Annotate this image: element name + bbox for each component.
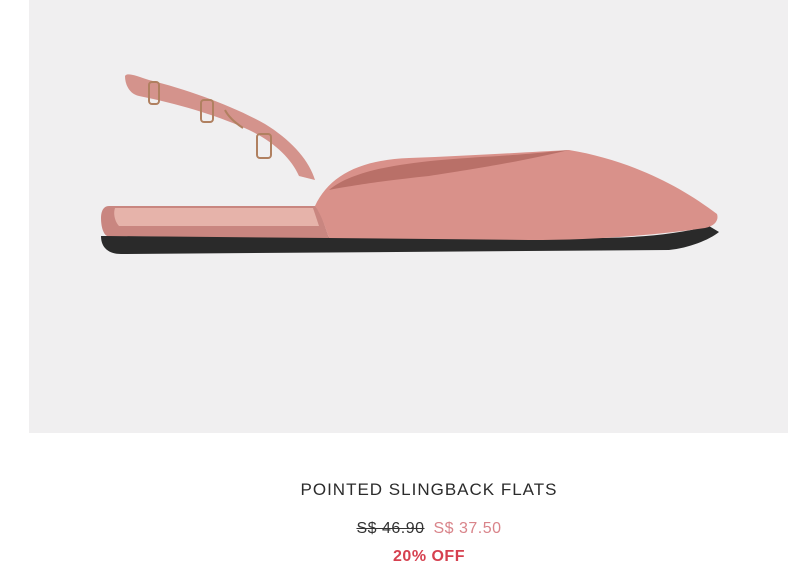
product-name[interactable]: POINTED SLINGBACK FLATS	[0, 480, 812, 500]
sale-price: S$ 37.50	[433, 520, 502, 537]
slingback-strap	[125, 74, 315, 180]
original-price: S$ 46.90	[356, 520, 425, 537]
shoe-icon	[101, 74, 719, 254]
shoe-upper	[315, 150, 718, 240]
shoe-footbed	[114, 208, 319, 226]
price-row: S$ 46.90 S$ 37.50	[0, 520, 812, 538]
discount-badge: 20% OFF	[393, 548, 465, 565]
product-card: POINTED SLINGBACK FLATS S$ 46.90 S$ 37.5…	[0, 0, 812, 584]
product-image[interactable]	[29, 0, 788, 433]
